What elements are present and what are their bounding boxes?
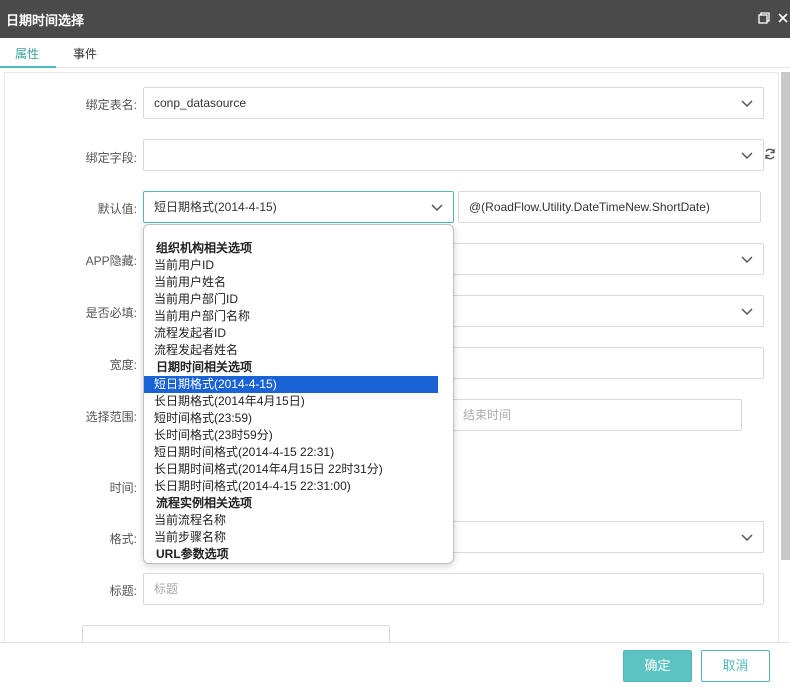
range-label: 选择范围: [85, 410, 137, 424]
default-value-select[interactable]: 短日期格式(2014-4-15) [143, 191, 454, 223]
dialog-title: 日期时间选择 [6, 13, 85, 28]
bind-field-label: 绑定字段: [85, 151, 137, 165]
range-end-placeholder: 结束时间 [463, 408, 512, 422]
default-value-dropdown: 组织机构相关选项 当前用户ID 当前用户姓名 当前用户部门ID 当前用户部门名称… [143, 224, 454, 564]
cancel-button[interactable]: 取消 [701, 650, 770, 682]
app-hidden-label: APP隐藏: [85, 254, 137, 268]
dropdown-option[interactable]: 短日期时间格式(2014-4-15 22:31) [144, 444, 438, 461]
confirm-button[interactable]: 确定 [623, 650, 692, 682]
dropdown-option[interactable]: 短时间格式(23:59) [144, 410, 438, 427]
tab-properties[interactable]: 属性 [15, 45, 39, 62]
bind-table-select[interactable]: conp_datasource [143, 87, 764, 119]
refresh-icon[interactable] [763, 147, 777, 161]
dropdown-group-url: URL参数选项 [156, 547, 229, 561]
default-value-expression-input[interactable]: @(RoadFlow.Utility.DateTimeNew.ShortDate… [458, 191, 761, 223]
active-tab-indicator [0, 66, 56, 68]
dropdown-option[interactable]: 长日期时间格式(2014-4-15 22:31:00) [144, 478, 438, 495]
dropdown-option[interactable]: 流程发起者姓名 [144, 342, 438, 359]
heading-placeholder: 标题 [154, 582, 179, 596]
default-value-selected: 短日期格式(2014-4-15) [154, 200, 277, 214]
dropdown-group-org: 组织机构相关选项 [156, 241, 253, 255]
width-label: 宽度: [109, 358, 137, 372]
chevron-down-icon [741, 100, 753, 108]
tab-bar: 属性 事件 [0, 38, 790, 68]
close-icon[interactable] [776, 11, 790, 25]
range-end-input[interactable]: 结束时间 [452, 399, 742, 431]
bind-table-value: conp_datasource [154, 96, 247, 110]
dropdown-option[interactable]: 长日期时间格式(2014年4月15日 22时31分) [144, 461, 438, 478]
dropdown-group-datetime: 日期时间相关选项 [156, 360, 253, 374]
tab-events[interactable]: 事件 [73, 45, 97, 62]
dropdown-option[interactable]: 当前用户姓名 [144, 274, 438, 291]
dropdown-option[interactable]: 当前步骤名称 [144, 529, 438, 546]
chevron-down-icon [741, 534, 753, 542]
default-value-label: 默认值: [97, 202, 137, 216]
bind-field-select[interactable] [143, 139, 764, 171]
chevron-down-icon [431, 204, 443, 212]
time-label: 时间: [109, 481, 137, 495]
chevron-down-icon [741, 256, 753, 264]
dropdown-option[interactable]: 当前用户ID [144, 257, 438, 274]
dropdown-option[interactable]: 当前流程名称 [144, 512, 438, 529]
dialog-titlebar: 日期时间选择 [0, 0, 790, 38]
bind-table-label: 绑定表名: [85, 98, 137, 112]
dropdown-option[interactable]: 当前用户部门ID [144, 291, 438, 308]
dropdown-option[interactable]: 当前用户部门名称 [144, 308, 438, 325]
heading-label: 标题: [109, 584, 137, 598]
dialog-footer: 确定 取消 [0, 642, 790, 689]
dropdown-group-flow: 流程实例相关选项 [156, 496, 253, 510]
dropdown-option[interactable]: 长时间格式(23时59分) [144, 427, 438, 444]
dropdown-option-selected[interactable]: 短日期格式(2014-4-15) [144, 376, 438, 393]
restore-icon[interactable] [757, 11, 771, 25]
chevron-down-icon [741, 308, 753, 316]
format-label: 格式: [109, 532, 137, 546]
dropdown-option[interactable]: 长日期格式(2014年4月15日) [144, 393, 438, 410]
vertical-scrollbar[interactable] [781, 72, 790, 560]
chevron-down-icon [741, 152, 753, 160]
dropdown-option[interactable]: 流程发起者ID [144, 325, 438, 342]
heading-input[interactable]: 标题 [143, 573, 764, 605]
required-label: 是否必填: [85, 306, 137, 320]
default-value-expression: @(RoadFlow.Utility.DateTimeNew.ShortDate… [469, 200, 710, 214]
